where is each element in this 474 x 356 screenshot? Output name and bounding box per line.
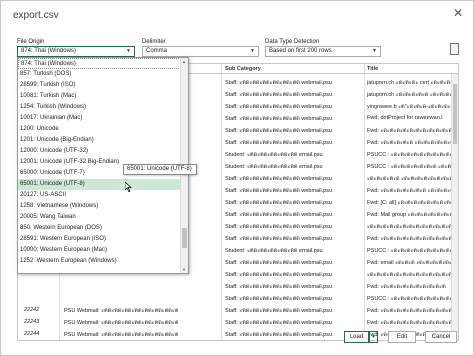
table-cell: jatuporn.ch ะดะตะดะตะด ะดะตะดะต in.psu.a… [367,92,453,98]
dropdown-option[interactable]: 20127: US-ASCII [18,190,181,201]
table-cell: Staff: ะตดะตดะตดะตดะตดะตด webmail.psu [225,296,332,302]
table-cell: PSUCC : ะดะตะดะตะดะตะดะตะดะตะดะต [367,248,453,254]
table-cell: Staff: ะตดะตดะตดะตดะตดะตด webmail.psu [225,200,332,206]
mouse-cursor-icon [125,182,132,192]
table-cell: Staff: ะตดะตดะตดะตดะตดะตด webmail.psu [225,176,332,182]
table-cell: Fwd: ะดะตะดะตะดะตะด ะดะตะดะตะดะต [367,188,453,194]
detection-select[interactable]: Based on first 200 rows ▼ [265,46,381,57]
tooltip: 65001: Unicode (UTF-8) [123,164,197,175]
edit-button[interactable]: Edit [388,331,416,343]
table-cell: ะดะตะดะตะดะตะดะตะดะตะดะตะดะตะด [367,224,453,230]
dropdown-option[interactable]: 874: Thai (Windows) [18,58,181,69]
table-cell: PSU Webmail: ะตดะตดะตดะตดะตดะตดะตดะต [64,308,179,314]
cancel-button[interactable]: Cancel [425,331,457,343]
table-cell: PSUCC : ะดะตะดะตะดะตะดะตะดะตะดะต [367,296,453,302]
table-cell: Fwd: email ะดะตะด ะดะตะดะตะดะต [367,260,453,266]
table-cell: Staff: ะตดะตดะตดะตดะตดะตด webmail.psu [225,308,332,314]
title-bar: export.csv ✕ [1,1,473,29]
document-icon[interactable] [450,43,459,55]
table-cell: ะดะตะดะตะด ะดะตะดะตะดะตะดะตะด [367,176,453,182]
scrollbar-thumb[interactable] [182,228,187,248]
table-cell: yingrawee.b ะต"ะดะตะด-ะดะตะดะตะดะตะด [367,104,453,110]
dropdown-option[interactable]: 12000: Unicode (UTF-32) [18,146,181,157]
dropdown-option[interactable]: 10081: Turkish (Mac) [18,91,181,102]
table-cell: Student: ะตดะตดะตดะตดะตด email.psu [225,248,323,254]
file-origin-label: File Origin [17,39,45,45]
dropdown-option[interactable]: 857: Turkish (DOS) [18,69,181,80]
table-cell: Fwd: Mail group ะดะตะดะตะดะตะดะต [367,212,453,218]
scroll-down-icon[interactable]: ▼ [182,267,186,272]
scrollbar-thumb[interactable] [453,84,457,144]
table-row: Staff: ะตดะตดะตดะตดะตดะตด webmail.psu PSU… [18,292,458,304]
dropdown-option[interactable]: 850: Western European (DOS) [18,223,181,234]
dropdown-option[interactable]: 20005: Wang Taiwan [18,212,181,223]
dropdown-option[interactable]: 65001: Unicode (UTF-8) [18,179,181,190]
table-row: 22242 PSU Webmail: ะตดะตดะตดะตดะตดะตดะตดะ… [18,304,458,316]
table-cell: 22244 [24,331,40,337]
header-sub-category: Sub Category [225,66,261,72]
grid-scrollbar[interactable] [451,74,458,340]
table-cell: Fwd: [C: all] ะดะตะดะตะดะตะดะตะดะต [367,200,453,206]
file-origin-value: 874: Thai (Windows) [21,48,76,54]
table-cell: PSU Webmail: ะตดะตดะตดะตดะตดะตดะตดะต [64,320,179,326]
table-cell: Fwd: ะดะตะดะตะดะตะดะตะดะต [367,284,446,290]
dropdown-option[interactable]: 10017: Ukrainian (Mac) [18,113,181,124]
table-cell: Staff: ะตดะตดะตดะตดะตดะตด webmail.psu [225,80,332,86]
table-cell: 22243 [24,319,40,325]
table-row: 22243 PSU Webmail: ะตดะตดะตดะตดะตดะตดะตดะ… [18,316,458,328]
dropdown-option[interactable]: 1258: Vietnamese (Windows) [18,201,181,212]
table-cell: Staff: ะตดะตดะตดะตดะตดะตด webmail.psu [225,128,332,134]
import-dialog: export.csv ✕ File Origin 874: Thai (Wind… [0,0,474,356]
table-cell: Staff: ะตดะตดะตดะตดะตดะตด webmail.psu [225,236,332,242]
table-cell: ะดะตะดะตะดะตะดะตะดะตะดะตะดะตะด [367,272,453,278]
chevron-down-icon: ▼ [372,48,377,54]
table-cell: Student: ะตดะตดะตดะตดะตด email.psu [225,152,323,158]
table-cell: Staff: ะตดะตดะตดะตดะตดะตด webmail.psu [225,320,332,326]
table-cell: Fwd: ะดะตะดะตะดะตะดะตะดะตะดะตะดะต [367,128,453,134]
table-cell: Fwd: ะดะตะดะตะดะตะดะตะดะตะดะต [367,236,453,242]
load-dropdown-button[interactable]: ▾ [369,331,378,343]
dropdown-option[interactable]: 1254: Turkish (Windows) [18,102,181,113]
table-cell: Staff: ะตดะตดะตดะตดะตดะตด webmail.psu [225,212,332,218]
dropdown-option[interactable]: 28599: Turkish (ISO) [18,80,181,91]
table-cell: Fwd: ะดะตะดะตะดะตะดะตะดะตะดะต [367,320,453,326]
table-cell: Staff: ะตดะตดะตดะตดะตดะตด webmail.psu [225,272,332,278]
table-cell: jatuporn.ch ะดะตะดะ cert ะดะตะดะต in.psu… [367,80,453,86]
window-title: export.csv [13,10,59,21]
table-row: Staff: ะตดะตดะตดะตดะตดะตด webmail.psu Fwd… [18,280,458,292]
table-cell: Staff: ะตดะตดะตดะตดะตดะตด webmail.psu [225,224,332,230]
scroll-up-icon[interactable]: ▲ [182,59,186,64]
table-cell: Fwd: dotProject for raweewan.l [367,115,443,121]
dropdown-option[interactable]: 10000: Western European (Mac) [18,245,181,256]
table-cell: Staff: ะตดะตดะตดะตดะตดะตด webmail.psu [225,260,332,266]
detection-value: Based on first 200 rows [269,48,332,54]
table-cell: 22242 [24,307,40,313]
delimiter-label: Delimiter [142,39,166,45]
detection-label: Data Type Detection [265,39,320,45]
header-title: Title [367,66,379,72]
file-origin-select[interactable]: 874: Thai (Windows) ▼ [17,46,135,57]
table-cell: PSUCC : ะดะตะดะตะดะตะดะตะดะตะดะตะด [367,152,453,158]
table-cell: Staff: ะตดะตดะตดะตดะตดะตด webmail.psu [225,104,332,110]
chevron-down-icon: ▼ [126,48,131,54]
table-cell: Staff: ะตดะตดะตดะตดะตดะตด webmail.psu [225,284,332,290]
dropdown-option[interactable]: 1201: Unicode (Big-Endian) [18,135,181,146]
table-cell: Staff: ะตดะตดะตดะตดะตดะตด webmail.psu [225,92,332,98]
table-cell: Student: ะตดะตดะตดะตดะตด email.psu [225,164,323,170]
delimiter-value: Comma [146,48,168,54]
close-icon[interactable]: ✕ [453,6,463,20]
table-cell: PSUCC : ะดะตะดะตะดะตะด ะดะตะดะตะด [367,164,453,170]
table-cell: Staff: ะตดะตดะตดะตดะตดะตด webmail.psu [225,188,332,194]
chevron-down-icon: ▼ [250,48,255,54]
dropdown-option[interactable]: 1252: Western European (Windows) [18,256,181,267]
table-cell: PSU Webmail: ะตดะตดะตดะตดะตดะตดะตดะต [64,332,179,338]
dropdown-option[interactable]: 1200: Unicode [18,124,181,135]
delimiter-select[interactable]: Comma ▼ [142,46,259,57]
table-cell: Fwd: ะดะตะดะตะด ะดะตะดะตะดะตะด [367,140,453,146]
dropdown-option[interactable]: 28591: Western European (ISO) [18,234,181,245]
table-cell: Fwd: ะดะตะดะตะดะตะดะตะดะตะดะต [367,308,453,314]
load-button[interactable]: Load [344,331,369,343]
table-cell: Staff: ะตดะตดะตดะตดะตดะตด webmail.psu [225,116,332,122]
table-cell: Staff: ะตดะตดะตดะตดะตดะตด webmail.psu [225,140,332,146]
